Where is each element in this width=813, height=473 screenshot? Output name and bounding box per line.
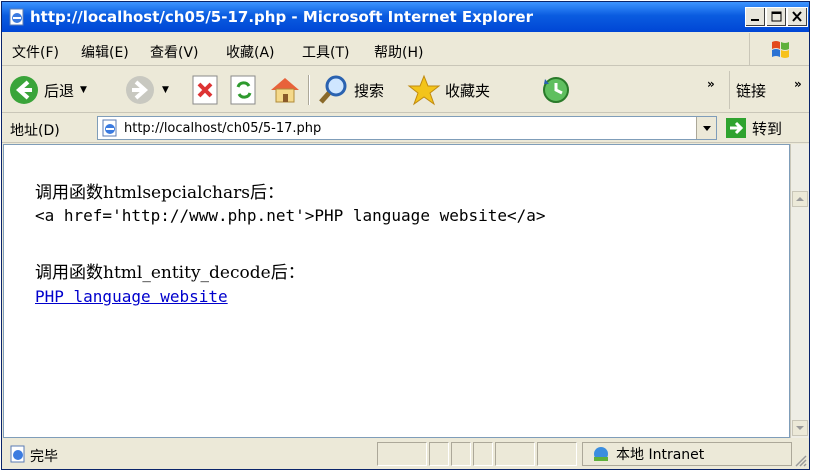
stop-icon xyxy=(192,75,218,105)
php-website-link[interactable]: PHP language website xyxy=(35,287,228,306)
arrow-down-icon xyxy=(796,426,804,430)
back-button[interactable]: 后退 ▼ xyxy=(8,71,87,109)
title-bar[interactable]: http://localhost/ch05/5-17.php - Microso… xyxy=(2,2,809,32)
window-title: http://localhost/ch05/5-17.php - Microso… xyxy=(30,8,533,26)
forward-dropdown-icon[interactable]: ▼ xyxy=(162,85,169,95)
text-line-escaped-link: <a href='http://www.php.net'>PHP languag… xyxy=(35,206,546,225)
links-button[interactable]: 链接 xyxy=(729,71,766,109)
refresh-icon xyxy=(230,75,256,105)
chevron-down-icon xyxy=(703,126,711,131)
status-cell xyxy=(451,442,471,466)
windows-logo-area xyxy=(749,33,809,66)
scroll-up-button[interactable] xyxy=(792,191,808,207)
refresh-button[interactable] xyxy=(228,71,260,109)
page-content: 调用函数htmlsepcialchars后： <a href='http://w… xyxy=(3,144,790,438)
address-input[interactable]: http://localhost/ch05/5-17.php xyxy=(97,116,717,140)
search-label: 搜索 xyxy=(354,81,385,100)
status-cell xyxy=(473,442,493,466)
minimize-icon xyxy=(751,19,759,21)
back-arrow-icon xyxy=(10,76,38,104)
vertical-scrollbar[interactable] xyxy=(790,144,809,438)
zone-label: 本地 Intranet xyxy=(616,447,705,463)
menu-favorites[interactable]: 收藏(A) xyxy=(226,42,275,62)
menu-view[interactable]: 查看(V) xyxy=(150,42,199,62)
history-icon xyxy=(543,77,569,103)
close-icon xyxy=(792,11,802,22)
menu-help[interactable]: 帮助(H) xyxy=(374,42,423,62)
favorites-label: 收藏夹 xyxy=(445,81,491,100)
intranet-zone-icon xyxy=(594,447,608,461)
address-dropdown-button[interactable] xyxy=(696,117,716,139)
status-text: 完毕 xyxy=(30,449,58,465)
search-icon xyxy=(319,75,347,104)
address-url: http://localhost/ch05/5-17.php xyxy=(124,121,322,136)
favorites-button[interactable]: 收藏夹 xyxy=(407,71,490,109)
status-cell xyxy=(537,442,577,466)
back-label: 后退 xyxy=(44,81,75,100)
close-button[interactable] xyxy=(787,7,808,27)
home-icon xyxy=(271,78,299,103)
page-icon xyxy=(102,119,117,137)
status-cell xyxy=(429,442,449,466)
maximize-icon xyxy=(771,11,782,22)
go-label: 转到 xyxy=(752,119,783,138)
history-button[interactable] xyxy=(539,71,573,109)
scroll-down-button[interactable] xyxy=(792,420,808,436)
ie-window: http://localhost/ch05/5-17.php - Microso… xyxy=(1,1,810,470)
menu-file[interactable]: 文件(F) xyxy=(12,42,59,62)
resize-grip-icon[interactable] xyxy=(793,453,807,467)
status-cell xyxy=(495,442,535,466)
ie-page-icon xyxy=(9,8,24,26)
page-done-icon xyxy=(10,445,25,463)
maximize-button[interactable] xyxy=(766,7,787,27)
links-label: 链接 xyxy=(736,81,767,100)
menu-edit[interactable]: 编辑(E) xyxy=(81,42,129,62)
go-button[interactable]: 转到 xyxy=(725,117,782,139)
text-line-html-entity-decode: 调用函数html_entity_decode后： xyxy=(35,263,305,283)
minimize-button[interactable] xyxy=(745,7,766,27)
address-label: 地址(D) xyxy=(10,123,60,139)
go-arrow-icon xyxy=(726,118,746,138)
favorites-star-icon xyxy=(407,74,441,106)
home-button[interactable] xyxy=(268,71,302,109)
back-dropdown-icon[interactable]: ▼ xyxy=(80,85,87,95)
standard-toolbar: 后退 ▼ ▼ 搜索 收藏夹 » 链接 » xyxy=(2,67,809,113)
windows-flag-icon xyxy=(772,41,789,58)
text-line-htmlspecialchars: 调用函数htmlsepcialchars后： xyxy=(35,183,284,203)
status-cell xyxy=(377,442,427,466)
menu-bar: 文件(F) 编辑(E) 查看(V) 收藏(A) 工具(T) 帮助(H) xyxy=(2,33,809,66)
links-chevron-icon[interactable]: » xyxy=(794,77,802,91)
forward-button[interactable]: ▼ xyxy=(124,71,169,109)
toolbar-chevron-icon[interactable]: » xyxy=(707,77,715,91)
address-bar: 地址(D) http://localhost/ch05/5-17.php 转到 xyxy=(2,113,809,143)
stop-button[interactable] xyxy=(190,71,222,109)
status-bar: 完毕 本地 Intranet xyxy=(2,439,809,469)
security-zone[interactable]: 本地 Intranet xyxy=(582,442,792,466)
forward-arrow-icon xyxy=(126,76,154,104)
menu-tools[interactable]: 工具(T) xyxy=(302,42,349,62)
arrow-up-icon xyxy=(796,197,804,201)
search-button[interactable]: 搜索 xyxy=(318,71,384,109)
